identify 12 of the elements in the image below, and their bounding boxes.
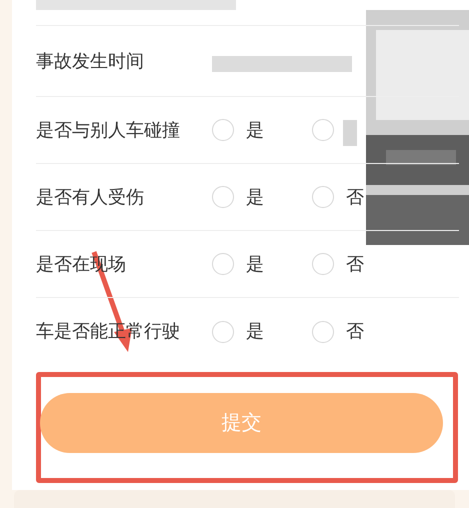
option-label: 否 [346, 252, 364, 276]
field-label: 是否有人受伤 [36, 186, 145, 208]
blurred-patch [343, 120, 357, 146]
option-label: 是 [246, 252, 264, 276]
option-label: 是 [246, 320, 264, 343]
option-label: 否 [346, 186, 364, 208]
option-label: 是 [246, 118, 264, 142]
option-label: 是 [246, 186, 264, 208]
option-label: 否 [346, 320, 364, 343]
field-label: 是否与别人车碰撞 [36, 118, 181, 142]
submit-button[interactable]: 提交 [40, 393, 443, 453]
field-label: 事故发生时间 [36, 50, 145, 72]
